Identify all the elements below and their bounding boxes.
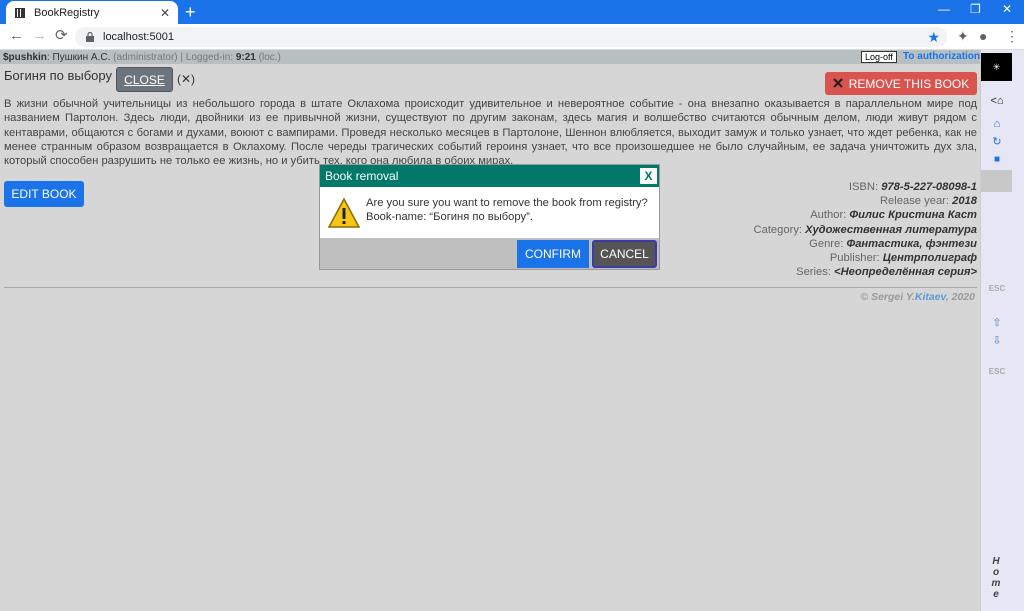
remove-book-label: REMOVE THIS BOOK xyxy=(848,76,970,91)
browser-tab-bar: BookRegistry ✕ + — ❐ ✕ xyxy=(0,0,1024,24)
minimize-button[interactable]: — xyxy=(938,2,950,16)
bookmark-star-icon[interactable]: ★ xyxy=(927,29,940,46)
close-button[interactable]: CLOSE xyxy=(116,67,173,92)
back-arrow-icon[interactable]: ← xyxy=(9,28,24,44)
detail-row: Author: Филис Кристина Каст xyxy=(810,209,977,222)
cancel-button[interactable]: CANCEL xyxy=(592,240,657,268)
book-removal-dialog: Book removal X Are you sure you want to … xyxy=(319,164,660,270)
remove-x-icon xyxy=(832,77,843,91)
window-close-button[interactable]: ✕ xyxy=(1002,2,1012,16)
dialog-title: Book removal xyxy=(325,169,399,183)
dialog-message: Are you sure you want to remove the book… xyxy=(366,196,648,224)
user-login: $pushkin xyxy=(3,51,47,63)
user-role: (administrator) xyxy=(113,51,178,63)
dialog-header: Book removal X xyxy=(320,165,659,187)
restore-button[interactable]: ❐ xyxy=(970,2,981,16)
copyright: © Sergei Y.Kitaev, 2020 xyxy=(860,291,975,303)
close-x-link[interactable]: (✕) xyxy=(177,72,195,86)
divider xyxy=(4,287,977,288)
menu-dots-icon[interactable]: ⋮ xyxy=(1005,28,1019,45)
browser-toolbar: ← → ⟳ localhost:5001 ★ ✦ ● ⋮ xyxy=(0,24,1024,50)
tab-title: BookRegistry xyxy=(34,6,100,19)
dialog-book-name: Book-name: “Богиня по выбору”. xyxy=(366,211,533,223)
address-bar[interactable]: localhost:5001 ★ xyxy=(75,27,947,47)
house-outline-icon[interactable]: ⌂ xyxy=(985,118,1009,130)
side-menu-button[interactable]: ✳ xyxy=(981,53,1012,81)
detail-row: Release year: 2018 xyxy=(879,195,977,208)
book-annotation: В жизни обычной учительницы из небольшог… xyxy=(4,98,977,168)
login-time: 9:21 xyxy=(235,51,256,63)
detail-row: Series: <Неопределённая серия> xyxy=(796,266,977,279)
profile-icon[interactable]: ● xyxy=(979,28,987,44)
url-text: localhost:5001 xyxy=(103,31,174,43)
esc-button-1[interactable]: ESC xyxy=(985,284,1009,293)
new-tab-button[interactable]: + xyxy=(185,2,196,22)
home-icon[interactable]: <⌂ xyxy=(985,95,1009,107)
esc-button-2[interactable]: ESC xyxy=(985,367,1009,376)
detail-row: Publisher: Центрполиграф xyxy=(829,252,977,265)
forward-arrow-icon[interactable]: → xyxy=(32,28,47,44)
scroll-up-icon[interactable]: ⇧ xyxy=(985,316,1009,329)
book-details: ISBN: 978-5-227-08098-1 Release year: 20… xyxy=(754,180,977,279)
home-vertical-link[interactable]: Home xyxy=(990,556,1002,600)
dialog-question: Are you sure you want to remove the book… xyxy=(366,197,648,209)
side-toolbar: ✳ <⌂ ⌂ ↻ ■ ESC ⇧ ⇩ ESC Home xyxy=(980,50,1024,611)
side-selected-bar xyxy=(981,170,1012,192)
logoff-button[interactable]: Log-off xyxy=(861,51,897,63)
book-details-page: Богиня по выбору CLOSE (✕) REMOVE THIS B… xyxy=(0,64,980,611)
edit-book-button[interactable]: EDIT BOOK xyxy=(4,181,84,207)
logged-in-label: | Logged-in: xyxy=(180,51,234,63)
refresh-icon[interactable]: ↻ xyxy=(985,135,1009,148)
to-authorization-link[interactable]: To authorization xyxy=(903,51,980,62)
remove-book-button[interactable]: REMOVE THIS BOOK xyxy=(825,72,977,95)
book-favicon-icon xyxy=(14,7,26,19)
tab-close-icon[interactable]: ✕ xyxy=(160,6,170,20)
extensions-icon[interactable]: ✦ xyxy=(957,28,969,45)
user-name: : Пушкин А.С. xyxy=(46,51,111,63)
book-title: Богиня по выбору xyxy=(4,68,112,83)
lock-icon xyxy=(85,32,95,42)
login-loc: (loc.) xyxy=(258,51,281,63)
dialog-close-button[interactable]: X xyxy=(639,167,658,185)
dialog-body: Are you sure you want to remove the book… xyxy=(320,187,659,238)
detail-row: Genre: Фантастика, фэнтези xyxy=(809,237,977,250)
dialog-footer: CONFIRM CANCEL xyxy=(320,238,659,269)
detail-row: ISBN: 978-5-227-08098-1 xyxy=(848,181,977,193)
scroll-down-icon[interactable]: ⇩ xyxy=(985,334,1009,347)
detail-row: Category: Художественная литература xyxy=(753,223,977,236)
confirm-button[interactable]: CONFIRM xyxy=(517,240,589,268)
reload-icon[interactable]: ⟳ xyxy=(55,28,68,44)
warning-icon xyxy=(327,197,361,229)
user-status-bar: $pushkin : Пушкин А.С. (administrator) |… xyxy=(0,50,980,64)
square-icon[interactable]: ■ xyxy=(985,154,1009,165)
browser-tab[interactable]: BookRegistry ✕ xyxy=(6,1,178,24)
